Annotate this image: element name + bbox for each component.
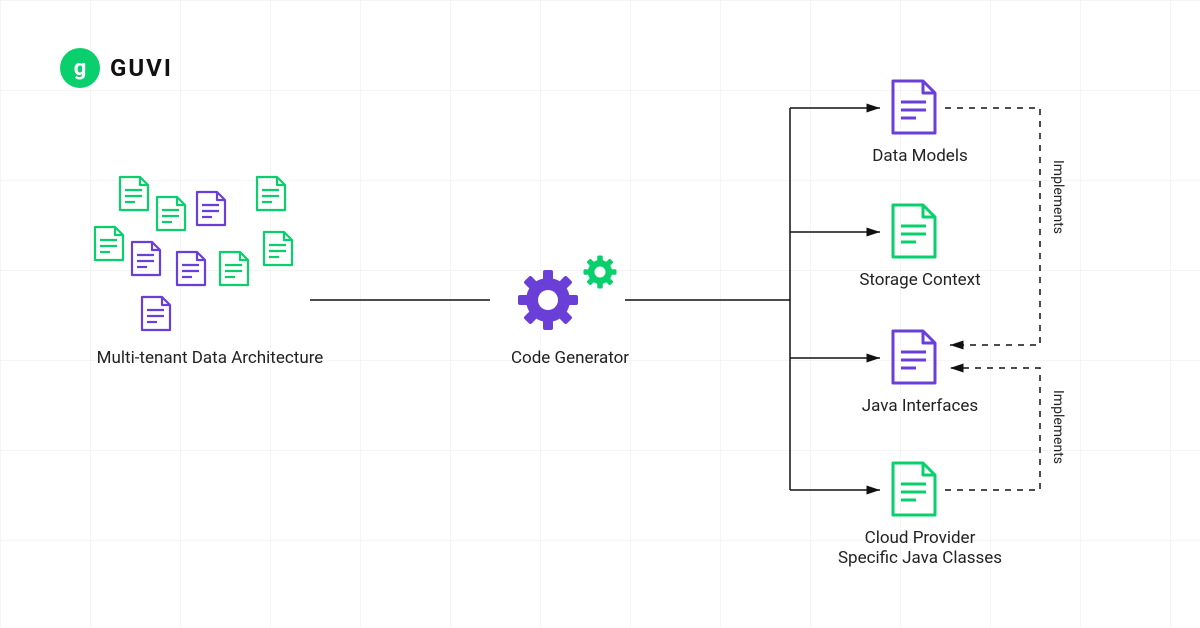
gear-small-icon	[577, 249, 624, 296]
architecture-diagram: Multi-tenant Data Architecture Code Gene…	[0, 0, 1200, 628]
right-node-1-label: Storage Context	[850, 270, 990, 290]
file-cluster-icon	[0, 0, 1200, 628]
right-node-0-label: Data Models	[850, 146, 990, 166]
file-icon	[893, 81, 935, 133]
implements-top-label: Implements	[1050, 160, 1066, 234]
file-icon	[893, 205, 935, 257]
file-icon	[893, 331, 935, 383]
center-node-label: Code Generator	[495, 348, 645, 368]
left-node-label: Multi-tenant Data Architecture	[80, 348, 340, 368]
file-icon	[893, 463, 935, 515]
implements-bottom-label: Implements	[1050, 390, 1066, 464]
right-node-3-label: Cloud Provider Specific Java Classes	[830, 528, 1010, 568]
gear-icon	[506, 258, 591, 343]
right-node-2-label: Java Interfaces	[850, 396, 990, 416]
